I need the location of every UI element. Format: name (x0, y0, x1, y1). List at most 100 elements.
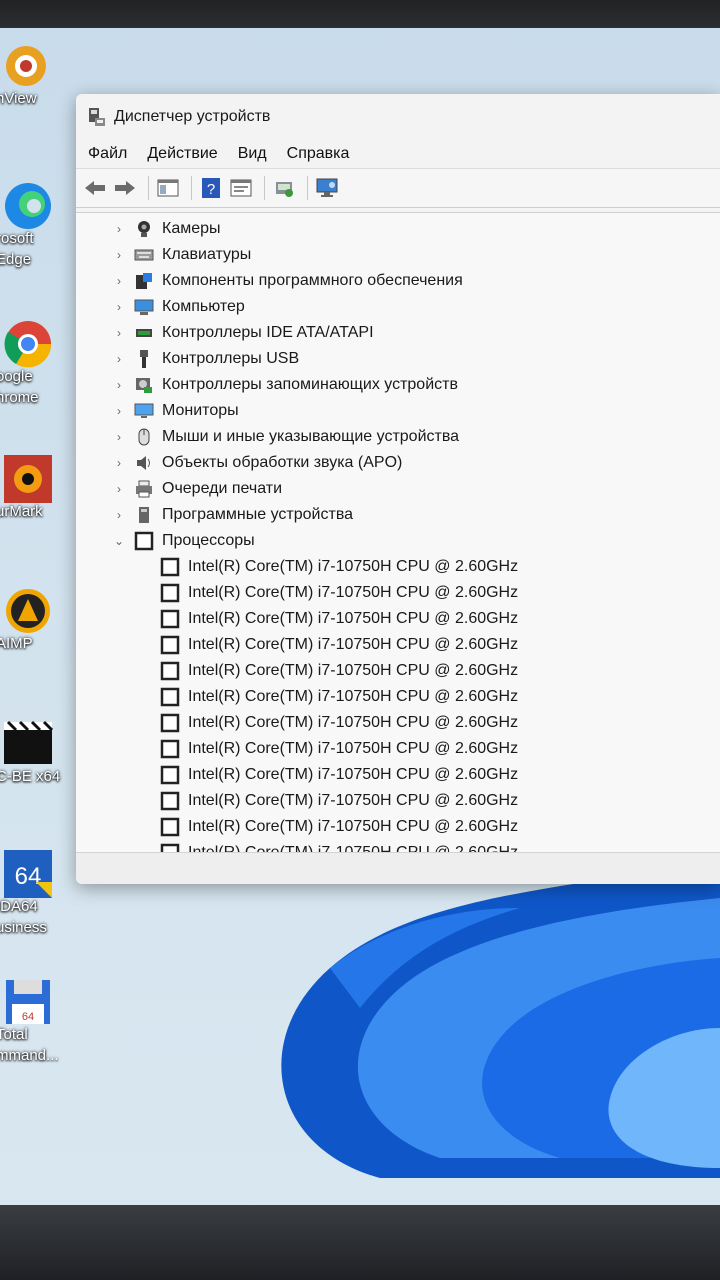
chevron-right-icon[interactable]: › (112, 378, 126, 392)
svg-text:64: 64 (15, 863, 42, 890)
help-button[interactable]: ? (198, 175, 224, 201)
tree-processor-item[interactable]: Intel(R) Core(TM) i7-10750H CPU @ 2.60GH… (160, 789, 518, 813)
desktop-shortcut-label: IDA64 usiness (0, 898, 47, 936)
forward-button[interactable] (112, 175, 138, 201)
chevron-right-icon[interactable]: › (112, 222, 126, 236)
tree-category[interactable]: › Клавиатуры (112, 243, 251, 267)
tree-processor-item-label: Intel(R) Core(TM) i7-10750H CPU @ 2.60GH… (188, 662, 519, 679)
tree-category-label: Компоненты программного обеспечения (162, 272, 463, 289)
computer-icon (134, 297, 154, 317)
printer-icon (134, 479, 154, 499)
chevron-down-icon[interactable]: ⌄ (112, 534, 126, 548)
tree-processor-item-label: Intel(R) Core(TM) i7-10750H CPU @ 2.60GH… (188, 766, 519, 783)
toolbar-separator (191, 176, 192, 200)
scan-hardware-button[interactable] (314, 175, 340, 201)
desktop-shortcut-label: nView (0, 90, 37, 107)
tree-processor-item[interactable]: Intel(R) Core(TM) i7-10750H CPU @ 2.60GH… (160, 659, 518, 683)
chevron-right-icon[interactable]: › (112, 430, 126, 444)
furmark-icon (2, 453, 52, 503)
tree-category[interactable]: › Компоненты программного обеспечения (112, 269, 463, 293)
tree-processor-item-label: Intel(R) Core(TM) i7-10750H CPU @ 2.60GH… (188, 610, 519, 627)
chevron-right-icon[interactable]: › (112, 482, 126, 496)
desktop-shortcut[interactable]: AIMP (0, 585, 70, 654)
aida64-icon: 64 (2, 848, 52, 898)
console-tree-icon (157, 179, 179, 197)
desktop-shortcut[interactable]: 64 IDA64 usiness (0, 848, 70, 938)
processor-icon (160, 609, 180, 629)
chevron-right-icon[interactable]: › (112, 404, 126, 418)
tree-processor-item[interactable]: Intel(R) Core(TM) i7-10750H CPU @ 2.60GH… (160, 711, 518, 735)
tree-category[interactable]: › Компьютер (112, 295, 245, 319)
desktop-shortcut-label: Total mmand... (0, 1026, 59, 1064)
tree-category[interactable]: › Мониторы (112, 399, 239, 423)
tree-category[interactable]: › Контроллеры USB (112, 347, 299, 371)
tree-processor-item[interactable]: Intel(R) Core(TM) i7-10750H CPU @ 2.60GH… (160, 581, 518, 605)
desktop-shortcut[interactable]: C-BE x64 (0, 718, 70, 787)
tree-category[interactable]: › Программные устройства (112, 503, 353, 527)
tree-category[interactable]: › Контроллеры запоминающих устройств (112, 373, 458, 397)
screen-bezel-top (0, 0, 720, 30)
tree-category-label: Клавиатуры (162, 246, 252, 263)
tree-processor-item[interactable]: Intel(R) Core(TM) i7-10750H CPU @ 2.60GH… (160, 763, 518, 787)
desktop-shortcut-label: rosoft Edge (0, 230, 34, 268)
tree-processor-item[interactable]: Intel(R) Core(TM) i7-10750H CPU @ 2.60GH… (160, 607, 518, 631)
chevron-right-icon[interactable]: › (112, 326, 126, 340)
menu-help[interactable]: Справка (287, 145, 350, 163)
tree-category[interactable]: › Контроллеры IDE ATA/ATAPI (112, 321, 374, 345)
toolbar: ? (76, 168, 720, 208)
keyboard-icon (134, 245, 154, 265)
menu-action[interactable]: Действие (147, 145, 217, 163)
processor-icon (160, 583, 180, 603)
tree-processor-item[interactable]: Intel(R) Core(TM) i7-10750H CPU @ 2.60GH… (160, 633, 518, 657)
monitor-icon (134, 401, 154, 421)
desktop-shortcut[interactable]: 64 Total mmand... (0, 976, 70, 1066)
properties-button[interactable] (228, 175, 254, 201)
tree-category-label: Мыши и иные указывающие устройства (162, 428, 460, 445)
tree-processor-item[interactable]: Intel(R) Core(TM) i7-10750H CPU @ 2.60GH… (160, 685, 518, 709)
xnview-icon (2, 40, 50, 88)
tree-category[interactable]: › Камеры (112, 217, 221, 241)
processor-icon (134, 531, 154, 551)
usb-icon (134, 349, 154, 369)
tree-category[interactable]: › Объекты обработки звука (APO) (112, 451, 402, 475)
software-device-icon (134, 505, 154, 525)
chevron-right-icon[interactable]: › (112, 508, 126, 522)
tree-processor-item-label: Intel(R) Core(TM) i7-10750H CPU @ 2.60GH… (188, 714, 519, 731)
arrow-right-icon (115, 181, 135, 195)
status-bar (76, 852, 720, 884)
tree-category[interactable]: › Мыши и иные указывающие устройства (112, 425, 459, 449)
processor-icon (160, 765, 180, 785)
tree-category-label: Программные устройства (162, 506, 354, 523)
processor-icon (160, 661, 180, 681)
chevron-right-icon[interactable]: › (112, 248, 126, 262)
menu-file[interactable]: Файл (88, 145, 127, 163)
tree-processor-item[interactable]: Intel(R) Core(TM) i7-10750H CPU @ 2.60GH… (160, 815, 518, 839)
menu-view[interactable]: Вид (238, 145, 267, 163)
tree-category-label: Очереди печати (162, 480, 283, 497)
show-hide-console-tree-button[interactable] (155, 175, 181, 201)
chevron-right-icon[interactable]: › (112, 456, 126, 470)
desktop-shortcut[interactable]: rosoft Edge (0, 180, 70, 270)
chevron-right-icon[interactable]: › (112, 274, 126, 288)
tree-category-label: Компьютер (162, 298, 245, 315)
desktop-shortcut[interactable]: nView (0, 40, 70, 109)
processor-icon (160, 817, 180, 837)
tree-processor-item[interactable]: Intel(R) Core(TM) i7-10750H CPU @ 2.60GH… (160, 555, 518, 579)
tree-category-label: Объекты обработки звука (APO) (162, 454, 403, 471)
processor-icon (160, 791, 180, 811)
desktop-shortcut-label: C-BE x64 (0, 768, 61, 785)
desktop-shortcut-label: urMark (0, 503, 43, 520)
chevron-right-icon[interactable]: › (112, 300, 126, 314)
tree-processor-item-label: Intel(R) Core(TM) i7-10750H CPU @ 2.60GH… (188, 818, 519, 835)
chevron-right-icon[interactable]: › (112, 352, 126, 366)
tree-processor-item-label: Intel(R) Core(TM) i7-10750H CPU @ 2.60GH… (188, 636, 519, 653)
tree-processor-item[interactable]: Intel(R) Core(TM) i7-10750H CPU @ 2.60GH… (160, 737, 518, 761)
desktop-shortcut[interactable]: urMark (0, 453, 70, 522)
tree-category[interactable]: ⌄ Процессоры (112, 529, 255, 553)
mpc-icon (2, 718, 54, 766)
desktop-shortcut[interactable]: oogle hrome (0, 318, 70, 408)
menu-bar: Файл Действие Вид Справка (76, 140, 720, 168)
update-driver-button[interactable] (271, 175, 297, 201)
tree-category[interactable]: › Очереди печати (112, 477, 282, 501)
back-button[interactable] (82, 175, 108, 201)
